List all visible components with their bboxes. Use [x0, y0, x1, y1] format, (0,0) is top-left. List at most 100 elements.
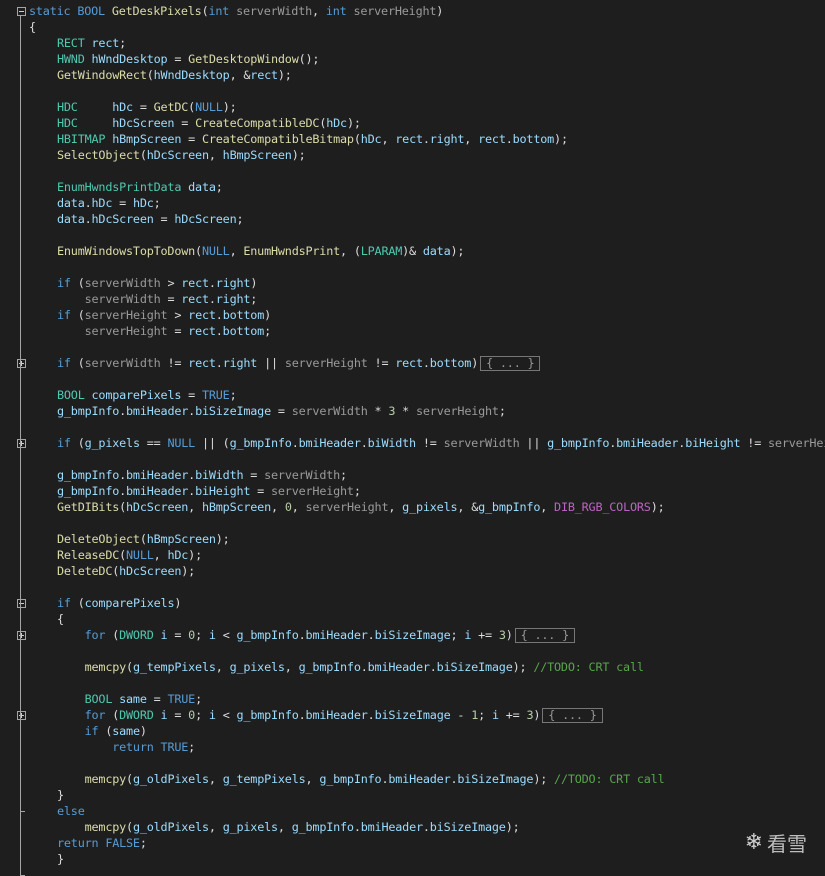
code-token: ; [250, 292, 258, 306]
code-token: ( [353, 132, 361, 146]
code-line[interactable]: HBITMAP hBmpScreen = CreateCompatibleBit… [0, 131, 825, 147]
code-line[interactable] [0, 675, 825, 691]
code-line[interactable]: HDC hDc = GetDC(NULL); [0, 99, 825, 115]
code-editor[interactable]: static BOOL GetDeskPixels (int serverWidt… [0, 0, 825, 876]
code-token: right [429, 132, 465, 146]
code-line[interactable] [0, 259, 825, 275]
code-line[interactable]: return FALSE; [0, 835, 825, 851]
code-line[interactable]: memcpy(g_oldPixels, g_pixels, g_bmpInfo.… [0, 819, 825, 835]
code-line[interactable] [0, 451, 825, 467]
code-token: FALSE [105, 836, 140, 850]
code-token: ( [77, 596, 85, 610]
expand-icon[interactable] [17, 439, 26, 448]
code-token: for [84, 628, 113, 642]
code-line[interactable]: if (g_pixels == NULL || (g_bmpInfo.bmiHe… [0, 435, 825, 451]
code-token: > [167, 308, 189, 322]
code-line[interactable] [0, 643, 825, 659]
code-line[interactable]: return TRUE; [0, 739, 825, 755]
code-line[interactable]: EnumHwndsPrintData data; [0, 179, 825, 195]
code-line[interactable]: if (serverWidth != rect.right || serverH… [0, 355, 825, 371]
code-line[interactable]: SelectObject(hDcScreen, hBmpScreen); [0, 147, 825, 163]
collapsed-region-indicator[interactable]: { ... } [514, 628, 575, 643]
code-line[interactable]: for (DWORD i = 0; i < g_bmpInfo.bmiHeade… [0, 707, 825, 723]
code-token: NULL [126, 548, 154, 562]
code-line[interactable] [0, 339, 825, 355]
code-line[interactable]: g_bmpInfo.bmiHeader.biHeight = serverHei… [0, 483, 825, 499]
code-line[interactable]: memcpy(g_tempPixels, g_pixels, g_bmpInfo… [0, 659, 825, 675]
collapsed-region-indicator[interactable]: { ... } [542, 708, 603, 723]
code-token: ; [195, 628, 209, 642]
code-token: CreateCompatibleBitmap [201, 132, 354, 146]
code-token: GetDesktopWindow [188, 52, 299, 66]
collapse-icon[interactable] [17, 599, 26, 608]
code-line[interactable]: DeleteDC(hDcScreen); [0, 563, 825, 579]
code-line[interactable]: memcpy(g_oldPixels, g_tempPixels, g_bmpI… [0, 771, 825, 787]
code-token: ( [139, 148, 147, 162]
code-token: biSizeImage [374, 628, 451, 642]
code-line[interactable]: data.hDcScreen = hDcScreen; [0, 211, 825, 227]
code-line[interactable]: } [0, 787, 825, 803]
code-token: ); [533, 772, 555, 786]
code-line[interactable]: HWND hWndDesktop = GetDesktopWindow(); [0, 51, 825, 67]
code-line[interactable]: serverHeight = rect.bottom; [0, 323, 825, 339]
code-line[interactable]: else [0, 803, 825, 819]
code-line[interactable]: EnumWindowsTopToDown(NULL, EnumHwndsPrin… [0, 243, 825, 259]
code-token: } [57, 852, 64, 866]
code-line[interactable]: if (serverWidth > rect.right) [0, 275, 825, 291]
code-token: , [271, 500, 285, 514]
code-line[interactable]: HDC hDcScreen = CreateCompatibleDC(hDc); [0, 115, 825, 131]
code-line[interactable]: g_bmpInfo.bmiHeader.biSizeImage = server… [0, 403, 825, 419]
code-line[interactable] [0, 163, 825, 179]
code-token: hDcScreen [112, 116, 175, 130]
code-line[interactable]: DeleteObject(hBmpScreen); [0, 531, 825, 547]
code-line[interactable]: if (serverHeight > rect.bottom) [0, 307, 825, 323]
code-line[interactable]: for (DWORD i = 0; i < g_bmpInfo.bmiHeade… [0, 627, 825, 643]
collapse-icon[interactable] [17, 7, 26, 16]
code-line[interactable]: BOOL same = TRUE; [0, 691, 825, 707]
code-line[interactable]: if (comparePixels) [0, 595, 825, 611]
code-token: g_bmpInfo [229, 436, 292, 450]
code-line[interactable] [0, 371, 825, 387]
code-token: g_bmpInfo [478, 500, 541, 514]
code-line[interactable]: serverWidth = rect.right; [0, 291, 825, 307]
code-token: data [422, 244, 451, 258]
code-line[interactable]: } [0, 851, 825, 867]
code-token: = [181, 388, 202, 402]
code-text: } [57, 851, 64, 867]
code-token: != [367, 356, 396, 370]
code-line[interactable]: BOOL comparePixels = TRUE; [0, 387, 825, 403]
code-line[interactable] [0, 227, 825, 243]
expand-icon[interactable] [17, 711, 26, 720]
code-token: = [167, 708, 189, 722]
code-line[interactable]: { [0, 19, 825, 35]
code-line[interactable]: data.hDc = hDc; [0, 195, 825, 211]
code-token: , [388, 500, 403, 514]
code-token: ) [471, 356, 479, 370]
code-token: right [215, 276, 251, 290]
expand-icon[interactable] [17, 359, 26, 368]
code-line[interactable] [0, 755, 825, 771]
code-line[interactable] [0, 419, 825, 435]
code-line[interactable]: RECT rect; [0, 35, 825, 51]
code-line[interactable] [0, 83, 825, 99]
code-line[interactable]: ReleaseDC(NULL, hDc); [0, 547, 825, 563]
code-token: , [284, 660, 299, 674]
code-text: if (same) [57, 723, 147, 739]
expand-icon[interactable] [17, 631, 26, 640]
code-line[interactable]: GetDIBits(hDcScreen, hBmpScreen, 0, serv… [0, 499, 825, 515]
code-text: data.hDcScreen = hDcScreen; [57, 211, 244, 227]
code-line[interactable]: { [0, 611, 825, 627]
code-line[interactable] [0, 515, 825, 531]
code-line[interactable] [0, 579, 825, 595]
code-line[interactable]: g_bmpInfo.bmiHeader.biWidth = serverWidt… [0, 467, 825, 483]
code-line[interactable]: if (same) [0, 723, 825, 739]
collapsed-region-indicator[interactable]: { ... } [480, 356, 541, 371]
code-token: , [540, 500, 555, 514]
code-token: . [298, 628, 306, 642]
code-line[interactable]: static BOOL GetDeskPixels(int serverWidt… [0, 3, 825, 19]
code-token: - [450, 708, 472, 722]
code-line[interactable]: GetWindowRect(hWndDesktop, &rect); [0, 67, 825, 83]
code-token: g_bmpInfo [57, 468, 120, 482]
